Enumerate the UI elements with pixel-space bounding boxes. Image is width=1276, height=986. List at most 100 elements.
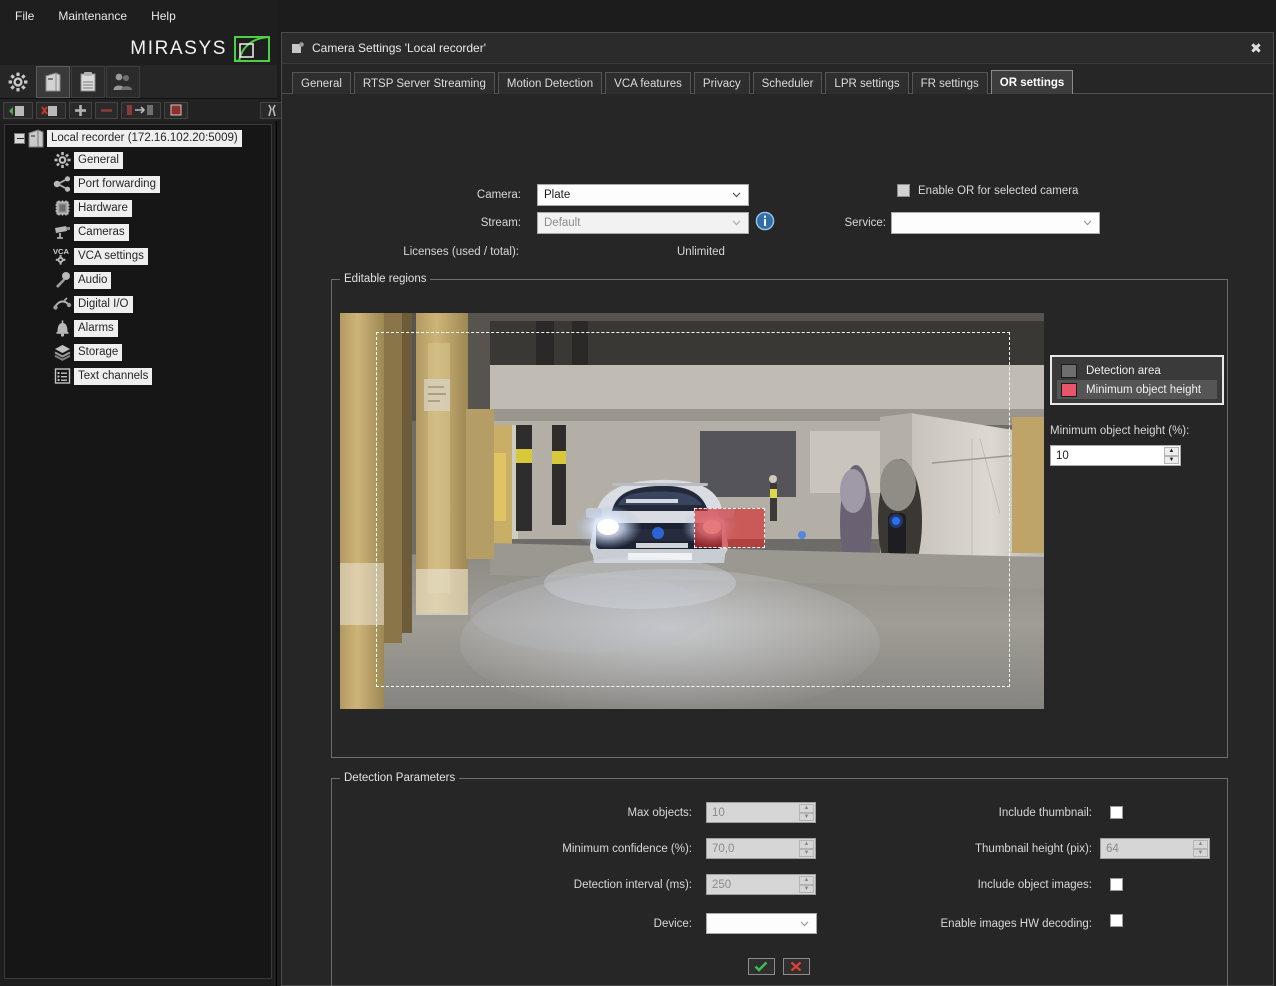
delete-icon[interactable]: [164, 102, 188, 119]
sidebar-item-audio[interactable]: Audio: [5, 268, 271, 292]
spinner-up-icon[interactable]: ▲: [1193, 840, 1208, 849]
detection-area-swatch: [1061, 364, 1077, 378]
spinner-up-icon[interactable]: ▲: [1164, 447, 1179, 456]
tab-scheduler[interactable]: Scheduler: [753, 72, 823, 94]
dialog-title-bar: Camera Settings 'Local recorder' ✖: [282, 33, 1273, 64]
tab-privacy[interactable]: Privacy: [694, 72, 750, 94]
enable-or-checkbox[interactable]: [897, 184, 910, 197]
sidebar-item-alarms[interactable]: Alarms: [5, 316, 271, 340]
detection-interval-value: 250: [712, 879, 731, 891]
sidebar-item-label: Audio: [74, 272, 111, 289]
sidebar-item-storage[interactable]: Storage: [5, 340, 271, 364]
digital-io-icon: [52, 294, 73, 314]
sidebar-item-vca-settings[interactable]: VCA VCA settings: [5, 244, 271, 268]
spinner-arrows[interactable]: ▲ ▼: [799, 876, 814, 893]
tree-collapse-icon[interactable]: [14, 133, 25, 144]
minimum-object-height-input[interactable]: 10 ▲ ▼: [1050, 445, 1181, 466]
add-server-icon[interactable]: [3, 102, 33, 119]
spinner-arrows[interactable]: ▲ ▼: [799, 804, 814, 821]
server-icon[interactable]: [36, 66, 70, 98]
minimum-object-height-value: 10: [1056, 450, 1069, 462]
legend-item-minimum-object-height[interactable]: Minimum object height: [1057, 380, 1217, 399]
detection-area-region[interactable]: [376, 332, 1010, 687]
spinner-arrows[interactable]: ▲ ▼: [799, 840, 814, 857]
plus-icon[interactable]: [69, 102, 92, 119]
camera-preview[interactable]: [340, 313, 1044, 709]
legend-label: Minimum object height: [1086, 384, 1201, 396]
spinner-up-icon[interactable]: ▲: [799, 804, 814, 813]
stream-select-value: Default: [544, 217, 580, 229]
minimum-confidence-input[interactable]: 70,0 ▲ ▼: [706, 838, 816, 859]
svg-text:VCA: VCA: [53, 247, 70, 256]
tab-motion-detection[interactable]: Motion Detection: [498, 72, 602, 94]
tab-bar: General RTSP Server Streaming Motion Det…: [282, 64, 1273, 94]
close-icon[interactable]: ✖: [1245, 38, 1267, 58]
minimum-object-height-region[interactable]: [694, 508, 765, 548]
device-select[interactable]: [706, 913, 817, 934]
service-label: Service:: [811, 217, 886, 229]
recorder-tree: Local recorder (172.16.102.20:5009) Gene…: [4, 124, 272, 979]
users-icon[interactable]: [106, 66, 140, 98]
clipboard-icon[interactable]: [71, 66, 105, 98]
brand-name: MIRASYS: [130, 38, 227, 60]
dialog-title: Camera Settings 'Local recorder': [312, 41, 486, 55]
menu-maintenance[interactable]: Maintenance: [49, 6, 136, 26]
sidebar-item-port-forwarding[interactable]: Port forwarding: [5, 172, 271, 196]
spinner-down-icon[interactable]: ▼: [1164, 456, 1179, 465]
detection-interval-label: Detection interval (ms):: [452, 879, 692, 891]
enable-images-hw-decoding-checkbox[interactable]: [1110, 914, 1123, 927]
minus-icon[interactable]: [95, 102, 118, 119]
editable-regions-title: Editable regions: [340, 273, 430, 285]
spinner-arrows[interactable]: ▲ ▼: [1193, 840, 1208, 857]
spinner-down-icon[interactable]: ▼: [799, 849, 814, 858]
sidebar-item-hardware[interactable]: Hardware: [5, 196, 271, 220]
legend-item-detection-area[interactable]: Detection area: [1057, 361, 1217, 380]
include-object-images-checkbox[interactable]: [1110, 878, 1123, 891]
menu-file[interactable]: File: [6, 6, 43, 26]
sidebar-item-label: Alarms: [74, 320, 118, 337]
spinner-down-icon[interactable]: ▼: [799, 813, 814, 822]
tab-rtsp-server-streaming[interactable]: RTSP Server Streaming: [354, 72, 495, 94]
tab-lpr-settings[interactable]: LPR settings: [825, 72, 908, 94]
ok-button[interactable]: [748, 958, 775, 975]
spinner-down-icon[interactable]: ▼: [799, 885, 814, 894]
tree-root-row[interactable]: Local recorder (172.16.102.20:5009): [5, 128, 271, 148]
sidebar-item-label: Digital I/O: [74, 296, 133, 313]
sidebar-item-digital-io[interactable]: Digital I/O: [5, 292, 271, 316]
max-objects-input[interactable]: 10 ▲ ▼: [706, 802, 816, 823]
sidebar-item-label: Port forwarding: [74, 176, 160, 193]
include-thumbnail-checkbox[interactable]: [1110, 806, 1123, 819]
gear-icon[interactable]: [1, 66, 35, 98]
text-list-icon: [52, 366, 73, 386]
move-icon[interactable]: [121, 102, 161, 119]
camera-settings-dialog: Camera Settings 'Local recorder' ✖ Gener…: [281, 32, 1274, 986]
tab-fr-settings[interactable]: FR settings: [912, 72, 988, 94]
spinner-up-icon[interactable]: ▲: [799, 876, 814, 885]
licenses-value: Unlimited: [677, 246, 725, 258]
sidebar-item-text-channels[interactable]: Text channels: [5, 364, 271, 388]
sidebar-item-cameras[interactable]: Cameras: [5, 220, 271, 244]
menu-help[interactable]: Help: [142, 6, 185, 26]
spinner-up-icon[interactable]: ▲: [799, 840, 814, 849]
tab-or-settings[interactable]: OR settings: [991, 70, 1074, 94]
cancel-button[interactable]: [783, 958, 810, 975]
spinner-arrows[interactable]: ▲ ▼: [1164, 447, 1179, 464]
camera-label: Camera:: [441, 189, 521, 201]
minimum-confidence-label: Minimum confidence (%):: [452, 843, 692, 855]
thumbnail-height-input[interactable]: 64 ▲ ▼: [1100, 838, 1210, 859]
detection-interval-input[interactable]: 250 ▲ ▼: [706, 874, 816, 895]
spinner-down-icon[interactable]: ▼: [1193, 849, 1208, 858]
stream-select[interactable]: Default: [537, 212, 749, 234]
service-select[interactable]: [891, 212, 1100, 234]
legend-label: Detection area: [1086, 365, 1161, 377]
licenses-label: Licenses (used / total):: [351, 246, 519, 258]
remove-server-icon[interactable]: [36, 102, 66, 119]
sidebar-item-label: Text channels: [74, 368, 152, 385]
tab-general[interactable]: General: [292, 72, 351, 94]
microphone-icon: [52, 270, 73, 290]
sidebar-item-general[interactable]: General: [5, 148, 271, 172]
tab-vca-features[interactable]: VCA features: [605, 72, 691, 94]
info-icon[interactable]: [755, 211, 775, 231]
minimum-object-height-swatch: [1061, 383, 1077, 397]
camera-select[interactable]: Plate: [537, 184, 749, 206]
